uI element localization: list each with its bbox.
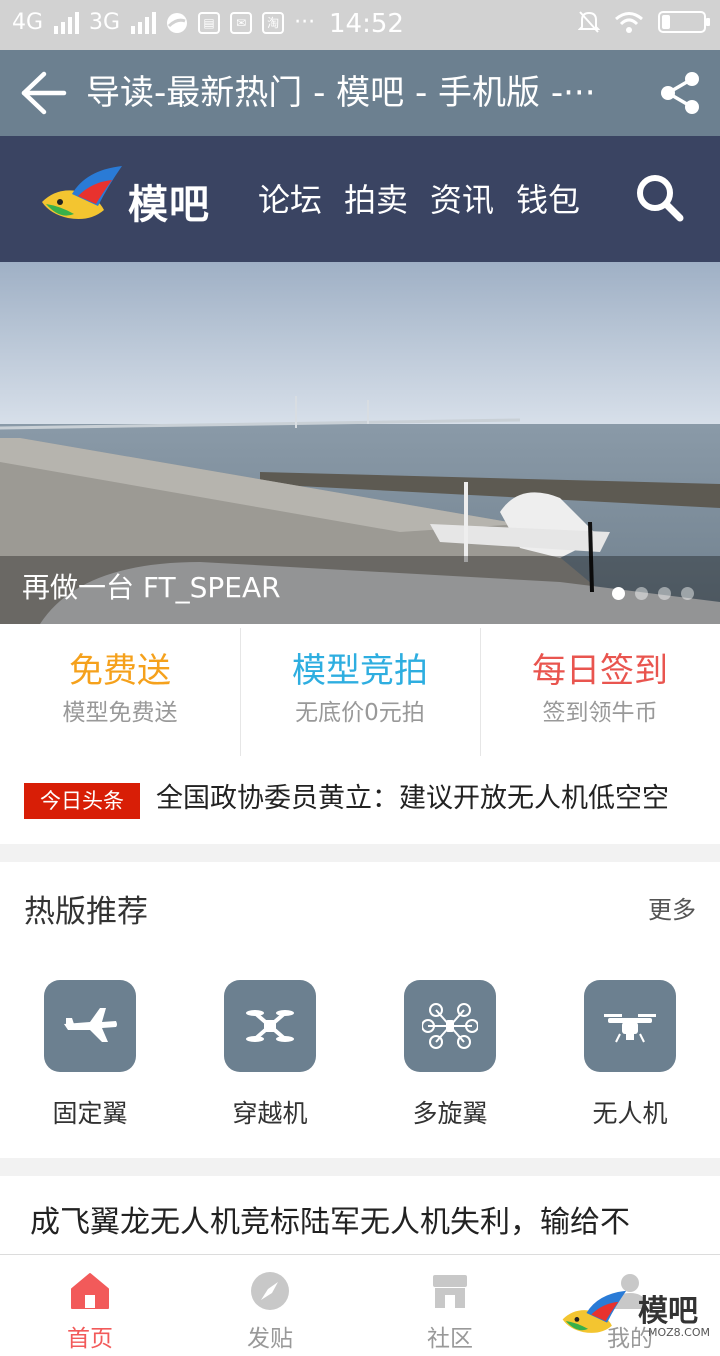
headline-text[interactable]: 全国政协委员黄立：建议开放无人机低空空 <box>156 778 720 820</box>
carousel-dot[interactable] <box>612 587 625 600</box>
feature-subtitle: 无底价0元拍 <box>295 700 425 726</box>
tab-label: 首页 <box>67 1326 113 1352</box>
store-icon <box>433 1275 467 1308</box>
feature-model-auction[interactable]: 模型竞拍 无底价0元拍 <box>240 624 480 758</box>
board-label: 穿越机 <box>232 1099 308 1128</box>
headline-badge: 今日头条 <box>24 783 140 819</box>
site-header: 模吧 论坛 拍卖 资讯 钱包 <box>0 136 720 262</box>
article-title[interactable]: 成飞翼龙无人机竞标陆军无人机失利，输给不 <box>30 1200 690 1246</box>
status-bar-left: 4G 3G ▤ ✉ 淘 ··· <box>12 10 315 35</box>
section-title: 热版推荐 <box>24 894 148 930</box>
status-bar: 4G 3G ▤ ✉ 淘 ··· 14:52 <box>0 0 720 50</box>
back-arrow-icon[interactable] <box>16 68 68 118</box>
carousel-dots <box>612 587 694 600</box>
share-icon[interactable] <box>658 70 702 116</box>
carousel-dot[interactable] <box>681 587 694 600</box>
tab-post[interactable]: 发贴 <box>180 1255 360 1356</box>
fpv-quad-icon <box>246 1010 294 1042</box>
bird-logo-icon <box>42 166 122 219</box>
board-icon-tile <box>44 980 136 1072</box>
signal-icon <box>131 11 157 34</box>
board-icon-tile <box>584 980 676 1072</box>
section-divider <box>0 844 720 862</box>
watermark-text: 模吧 <box>638 1294 698 1329</box>
battery-icon <box>658 11 710 33</box>
home-icon <box>71 1273 109 1309</box>
drone-icon <box>604 1014 656 1043</box>
wifi-icon <box>615 12 643 33</box>
site-watermark: 模吧 MOZ8.COM <box>554 1284 712 1350</box>
more-notifications: ··· <box>294 10 316 35</box>
app-notification-icon: ▤ <box>198 11 221 34</box>
feature-title: 模型竞拍 <box>292 651 428 691</box>
more-link[interactable]: 更多 <box>648 890 696 925</box>
nav-news[interactable]: 资讯 <box>430 178 494 222</box>
banner-carousel[interactable]: 再做一台 FT_SPEAR <box>0 262 720 624</box>
board-icon-tile <box>404 980 496 1072</box>
browser-app-icon <box>167 12 188 33</box>
search-icon[interactable] <box>634 172 686 224</box>
status-bar-right <box>578 10 710 34</box>
tab-label: 社区 <box>427 1326 473 1352</box>
board-list: 固定翼 穿越机 多旋翼 无人机 <box>0 980 720 1130</box>
carousel-dot[interactable] <box>635 587 648 600</box>
watermark-url: MOZ8.COM <box>648 1326 711 1339</box>
section-divider <box>0 1158 720 1176</box>
title-bar: 导读-最新热门 - 模吧 - 手机版 -··· <box>0 50 720 136</box>
board-fpv[interactable]: 穿越机 <box>180 980 360 1130</box>
tab-community[interactable]: 社区 <box>360 1255 540 1356</box>
headline-ticker[interactable]: 今日头条 全国政协委员黄立：建议开放无人机低空空 <box>0 758 720 844</box>
network-3g: 3G <box>89 10 121 35</box>
feature-entries: 免费送 模型免费送 模型竞拍 无底价0元拍 每日签到 签到领牛币 <box>0 624 720 758</box>
feature-subtitle: 签到领牛币 <box>542 700 658 726</box>
feature-free-gift[interactable]: 免费送 模型免费送 <box>0 624 240 758</box>
site-logo[interactable]: 模吧 <box>38 160 218 238</box>
nav-wallet[interactable]: 钱包 <box>516 178 580 222</box>
signal-icon <box>54 11 80 34</box>
mail-icon: ✉ <box>230 11 253 34</box>
board-label: 无人机 <box>592 1099 668 1128</box>
carousel-dot[interactable] <box>658 587 671 600</box>
taobao-icon: 淘 <box>262 11 285 34</box>
board-label: 固定翼 <box>52 1099 128 1128</box>
nav-auction[interactable]: 拍卖 <box>344 178 408 222</box>
board-drone[interactable]: 无人机 <box>540 980 720 1130</box>
fixed-wing-plane-icon <box>64 1008 117 1042</box>
feature-subtitle: 模型免费送 <box>62 700 178 726</box>
compass-icon <box>251 1272 289 1310</box>
bird-logo-icon <box>562 1290 627 1333</box>
multirotor-icon <box>422 1003 478 1049</box>
page-title: 导读-最新热门 - 模吧 - 手机版 -··· <box>86 73 596 113</box>
board-icon-tile <box>224 980 316 1072</box>
board-fixed-wing[interactable]: 固定翼 <box>0 980 180 1130</box>
feature-daily-checkin[interactable]: 每日签到 签到领牛币 <box>480 624 720 758</box>
mute-bell-icon <box>578 11 600 33</box>
logo-text: 模吧 <box>128 182 210 228</box>
feature-title: 每日签到 <box>532 651 668 691</box>
nav-forum[interactable]: 论坛 <box>258 178 322 222</box>
feature-title: 免费送 <box>69 651 171 691</box>
network-4g: 4G <box>12 10 44 35</box>
main-nav: 论坛 拍卖 资讯 钱包 <box>258 178 580 222</box>
board-multirotor[interactable]: 多旋翼 <box>360 980 540 1130</box>
board-label: 多旋翼 <box>412 1099 488 1128</box>
tab-label: 发贴 <box>247 1326 293 1352</box>
banner-caption: 再做一台 FT_SPEAR <box>22 571 281 604</box>
status-time: 14:52 <box>329 9 404 39</box>
tab-home[interactable]: 首页 <box>0 1255 180 1356</box>
hot-boards-section: 热版推荐 更多 固定翼 穿越机 多旋翼 无人机 <box>0 862 720 1158</box>
